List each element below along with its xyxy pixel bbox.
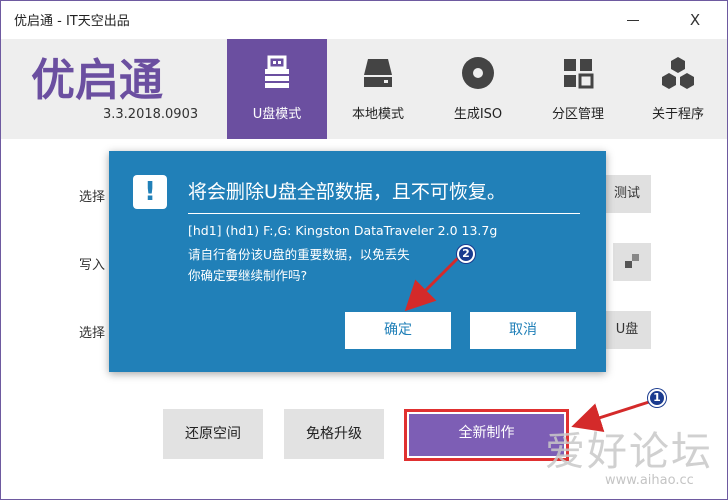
nav-label: U盘模式 bbox=[252, 107, 302, 122]
step-marker-2: 2 bbox=[457, 245, 475, 263]
partition-grid-icon bbox=[564, 59, 594, 89]
title-bar: 优启通 - IT天空出品 X bbox=[1, 1, 727, 39]
row-label-select-mode: 选择 bbox=[79, 326, 106, 341]
row-label-write: 写入 bbox=[79, 258, 106, 273]
nav-label: 本地模式 bbox=[351, 107, 404, 122]
dialog-title: 将会删除U盘全部数据，且不可恢复。 bbox=[188, 181, 506, 203]
app-logo: 优启通 bbox=[31, 55, 163, 103]
nav-about[interactable]: 关于程序 bbox=[628, 39, 727, 139]
dialog-device-line: [hd1] (hd1) F:,G: Kingston DataTraveler … bbox=[188, 223, 498, 238]
minimize-icon bbox=[627, 20, 639, 21]
row-label-select-drive: 选择 bbox=[79, 190, 106, 205]
ok-button[interactable]: 确定 bbox=[345, 312, 451, 349]
format-free-upgrade-button[interactable]: 免格升级 bbox=[284, 409, 384, 459]
nav-usb-mode[interactable]: U盘模式 bbox=[227, 39, 327, 139]
nav-label: 生成ISO bbox=[453, 107, 503, 122]
confirm-dialog: ! 将会删除U盘全部数据，且不可恢复。 [hd1] (hd1) F:,G: Ki… bbox=[109, 151, 606, 372]
nav-local-mode[interactable]: 本地模式 bbox=[328, 39, 428, 139]
disc-icon bbox=[462, 57, 494, 89]
hard-drive-icon bbox=[364, 59, 392, 87]
dialog-divider bbox=[188, 213, 580, 214]
version-label: 3.3.2018.0903 bbox=[103, 107, 199, 122]
new-create-button[interactable]: 全新制作 bbox=[409, 414, 564, 456]
step-marker-1: 1 bbox=[648, 389, 666, 407]
nav-label: 分区管理 bbox=[551, 107, 604, 122]
close-button[interactable]: X bbox=[675, 6, 715, 34]
nav-partition-manager[interactable]: 分区管理 bbox=[528, 39, 628, 139]
test-button[interactable]: 测试 bbox=[603, 175, 651, 213]
checker-icon bbox=[625, 254, 639, 268]
watermark-text: 爱好论坛 bbox=[545, 429, 713, 475]
dialog-confirm-line: 你确定要继续制作吗? bbox=[188, 268, 308, 283]
app-window: 优启通 - IT天空出品 X 优启通 3.3.2018.0903 U盘模式 本地… bbox=[0, 0, 728, 500]
app-header: 优启通 3.3.2018.0903 U盘模式 本地模式 生成ISO 分区管理 关… bbox=[1, 39, 727, 139]
usb-disk-button-label: U盘 bbox=[615, 322, 639, 337]
option-button[interactable] bbox=[613, 243, 651, 281]
restore-space-button[interactable]: 还原空间 bbox=[163, 409, 263, 459]
minimize-button[interactable] bbox=[613, 6, 653, 34]
usb-disk-button[interactable]: U盘 bbox=[603, 311, 651, 349]
logo-text: 优启通 bbox=[31, 55, 163, 103]
dialog-backup-line: 请自行备份该U盘的重要数据，以免丢失 bbox=[188, 247, 410, 262]
hexagons-icon bbox=[662, 57, 694, 89]
usb-drive-icon bbox=[265, 55, 289, 88]
test-button-label: 测试 bbox=[613, 186, 640, 201]
window-title: 优启通 - IT天空出品 bbox=[14, 14, 130, 29]
warning-icon: ! bbox=[133, 175, 167, 209]
watermark-url: www.aihao.cc bbox=[605, 473, 694, 488]
nav-generate-iso[interactable]: 生成ISO bbox=[428, 39, 528, 139]
nav-label: 关于程序 bbox=[651, 107, 704, 122]
cancel-button[interactable]: 取消 bbox=[470, 312, 576, 349]
